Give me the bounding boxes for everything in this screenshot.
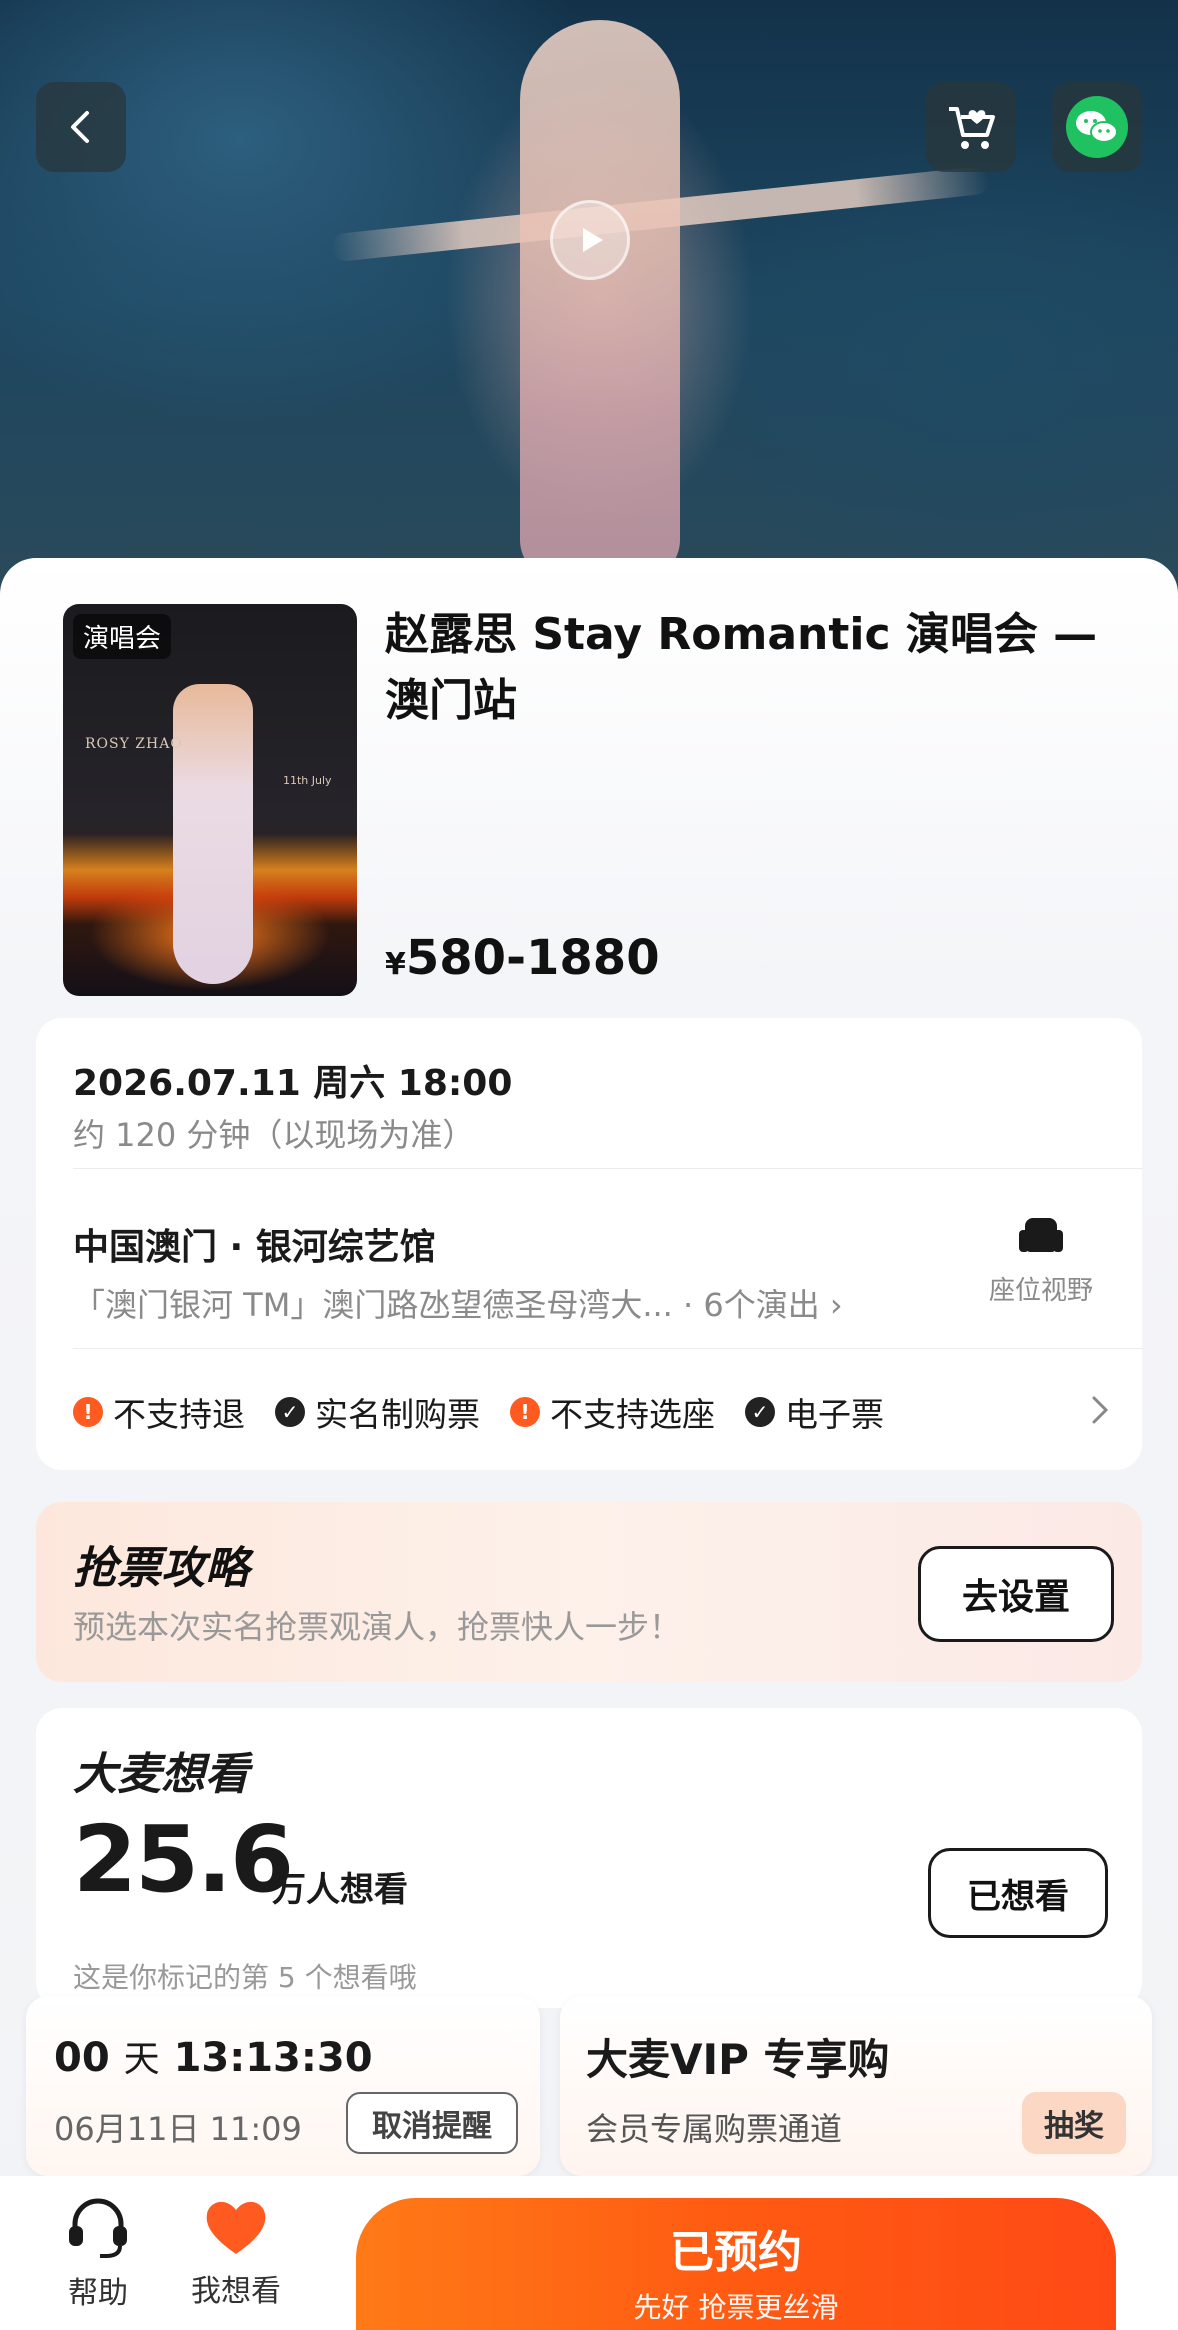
countdown-day-unit: 天 (123, 2039, 160, 2080)
heart-icon (206, 2201, 266, 2254)
share-button[interactable] (1052, 82, 1142, 172)
event-datetime: 2026.07.11 周六 18:00 (73, 1063, 513, 1104)
cta-sub-label: 先好 抢票更丝滑 (633, 2291, 839, 2324)
venue-address[interactable]: 「澳门银河 TM」澳门路氹望德圣母湾大... · 6个演出 › (73, 1280, 953, 1326)
policy-tag-no-seat-select: ! 不支持选座 (510, 1388, 715, 1436)
event-title: 赵露思 Stay Romantic 演唱会 — 澳门站 (385, 609, 1098, 726)
wechat-icon (1066, 96, 1128, 158)
wanted-button[interactable]: 已想看 (928, 1848, 1108, 1938)
lottery-button[interactable]: 抽奖 (1022, 2092, 1126, 2154)
policy-tag-e-ticket: ✓ 电子票 (745, 1388, 884, 1436)
wish-card: 大麦想看 25.6 万人想看 这是你标记的第 5 个想看哦 已想看 (36, 1708, 1142, 2008)
warning-icon: ! (73, 1397, 103, 1427)
vip-card[interactable]: 大麦VIP 专享购 会员专属购票通道 抽奖 (560, 1996, 1152, 2176)
event-poster[interactable]: 演唱会 ROSY ZHAO 11th July (63, 604, 357, 996)
check-icon: ✓ (745, 1397, 775, 1427)
bottom-cards: 00 天 13:13:30 06月11日 11:09 取消提醒 大麦VIP 专享… (26, 1996, 1152, 2176)
countdown-days: 00 (54, 2035, 110, 2081)
warning-icon: ! (510, 1397, 540, 1427)
ticket-policy-tags[interactable]: ! 不支持退 ✓ 实名制购票 ! 不支持选座 ✓ 电子票 (73, 1388, 884, 1436)
event-price: ¥580-1880 (385, 930, 660, 986)
vip-title: 大麦VIP 专享购 (586, 2035, 890, 2084)
cta-main-label: 已预约 (670, 2227, 802, 2278)
policy-tag-label: 不支持退 (113, 1395, 245, 1434)
cart-heart-icon (949, 107, 995, 149)
venue-name[interactable]: 中国澳门 · 银河综艺馆 (73, 1218, 436, 1270)
poster-figure (173, 684, 253, 984)
poster-date: 11th July (283, 774, 332, 787)
cart-button[interactable] (926, 82, 1016, 172)
set-up-button[interactable]: 去设置 (918, 1546, 1114, 1642)
event-duration: 约 120 分钟（以现场为准） (73, 1116, 475, 1154)
wish-unit: 万人想看 (272, 1870, 408, 1910)
ticket-strategy-card: 抢票攻略 预选本次实名抢票观演人，抢票快人一步！ 去设置 (36, 1502, 1142, 1682)
help-button[interactable]: 帮助 (38, 2196, 158, 2312)
wish-count: 25.6 (73, 1806, 294, 1913)
price-range: 580-1880 (405, 930, 660, 986)
reserved-cta-button[interactable]: 已预约 先好 抢票更丝滑 (356, 2198, 1116, 2330)
countdown-timer: 00 天 13:13:30 (54, 2030, 373, 2082)
vip-subtitle: 会员专属购票通道 (586, 2110, 843, 2148)
policy-tag-label: 实名制购票 (315, 1395, 480, 1434)
check-icon: ✓ (275, 1397, 305, 1427)
price-currency: ¥ (385, 947, 406, 982)
policy-tag-label: 不支持选座 (550, 1395, 715, 1434)
seat-view-label: 座位视野 (988, 1276, 1093, 1306)
poster-category-tag: 演唱会 (73, 614, 172, 659)
seat-icon (1019, 1218, 1063, 1252)
divider (73, 1348, 1143, 1349)
policy-tag-no-refund: ! 不支持退 (73, 1388, 245, 1436)
countdown-time: 13:13:30 (173, 2035, 373, 2081)
bottom-action-bar: 帮助 我想看 已预约 先好 抢票更丝滑 (0, 2176, 1178, 2330)
wish-title: 大麦想看 (73, 1749, 249, 1800)
chevron-left-icon (71, 111, 89, 143)
event-info-card: 2026.07.11 周六 18:00 约 120 分钟（以现场为准） 中国澳门… (36, 1018, 1143, 1470)
back-button[interactable] (36, 82, 126, 172)
policy-tag-label: 电子票 (785, 1395, 884, 1434)
strategy-subtitle: 预选本次实名抢票观演人，抢票快人一步！ (73, 1608, 682, 1646)
divider (73, 1168, 1143, 1169)
cancel-reminder-button[interactable]: 取消提醒 (346, 2092, 518, 2154)
headset-icon (69, 2198, 127, 2258)
hero-performer (520, 20, 680, 580)
countdown-card: 00 天 13:13:30 06月11日 11:09 取消提醒 (26, 1996, 540, 2176)
play-icon[interactable] (550, 200, 630, 280)
wish-note: 这是你标记的第 5 个想看哦 (73, 1961, 417, 1994)
poster-artist-name: ROSY ZHAO (85, 736, 183, 752)
countdown-date: 06月11日 11:09 (54, 2110, 302, 2148)
seat-view-button[interactable]: 座位视野 (976, 1214, 1106, 1307)
wish-nav-button[interactable]: 我想看 (176, 2196, 296, 2310)
strategy-title: 抢票攻略 (73, 1543, 249, 1594)
wish-nav-label: 我想看 (191, 2274, 281, 2309)
help-label: 帮助 (68, 2276, 128, 2311)
chevron-right-icon[interactable] (1088, 1392, 1112, 1428)
policy-tag-real-name: ✓ 实名制购票 (275, 1388, 480, 1436)
